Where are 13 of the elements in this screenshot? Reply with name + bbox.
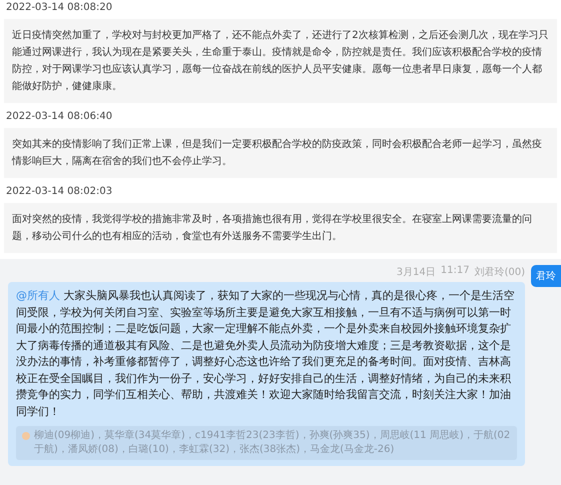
message-date: 3月14日: [396, 266, 436, 279]
sender-name: 刘君玲(00): [474, 266, 525, 279]
avatar[interactable]: 君玲: [531, 265, 561, 287]
post-text: 面对突然的疫情，我觉得学校的措施非常及时，各项措施也很有用，觉得在学校里很安全。在寝室上网课需要流量的问题，移动公司什么的也有相应的活动，食堂也有外送服务不需要学生出门。: [4, 203, 557, 253]
post-timestamp: 2022-03-14 08:02:03: [5, 186, 114, 197]
read-by-list: 柳迪(09柳迪)，莫华章(34莫华章)，c1941李哲23(23李哲)，孙爽(孙爽35)，周思岐(11 周思岐)，于航(02于航)，潘凤娇(08)，白璐(10)，李虹霖(32)，张杰(38张杰)，马金龙(马金龙-26): [34, 429, 511, 457]
mention-link[interactable]: @所有人: [16, 289, 60, 302]
post-text: 突如其来的疫情影响了我们正常上课，但是我们一定要积极配合学校的防疫政策，同时会积极配合老师一起学习，虽然疫情影响巨大，隔离在宿舍的我们也不会停止学习。: [4, 128, 557, 178]
post-timestamp: 2022-03-14 08:08:20: [5, 2, 114, 13]
message-text: @所有人 大家头脑风暴我也认真阅读了，获知了大家的一些现况与心情，真的是很心疼，一个是生活空间受限，学校为何关闭自习室、实验室等场所主要是避免大家互相接触，一旦有不适与病例可以第一时间最小的范围控制；二是吃饭问题，大家一定理解不能点外卖，一个是外卖来自校园外接触环境复杂扩大了病毒传播的通道极其有风险、二是也避免外卖人员流动为防疫增大难度；三是考教资歇据，这个是没办法的事情，补考重修都暂停了，调整好心态这也许给了我们更充足的备考时间。面对疫情、吉林高校正在受全国瞩目，我们作为一份子，安心学习，好好安排自己的生活，调整好情绪，为自己的未来积攒竞争的实力，同学们互相关心、帮助，共渡难关！欢迎大家随时给我留言交流，时刻关注大家！加油同学们！: [16, 288, 516, 420]
message-time: 11:17: [440, 265, 470, 278]
post-timestamp: 2022-03-14 08:06:40: [5, 111, 114, 122]
post-text: 近日疫情突然加重了，学校对与封校更加严格了，还不能点外卖了，还进行了2次核算检测，之后还会测几次，现在学习只能通过网课进行，我认为现在是紧要关头，生命重于泰山。疫情就是命令，防控就是责任。我们应该积极配合学校的疫情防控，对于网课学习也应该认真学习，愿每一位奋战在前线的医护人员平安健康。愿每一位患者早日康复，愿每一个人都能做好防护，健健康康。: [4, 19, 557, 103]
